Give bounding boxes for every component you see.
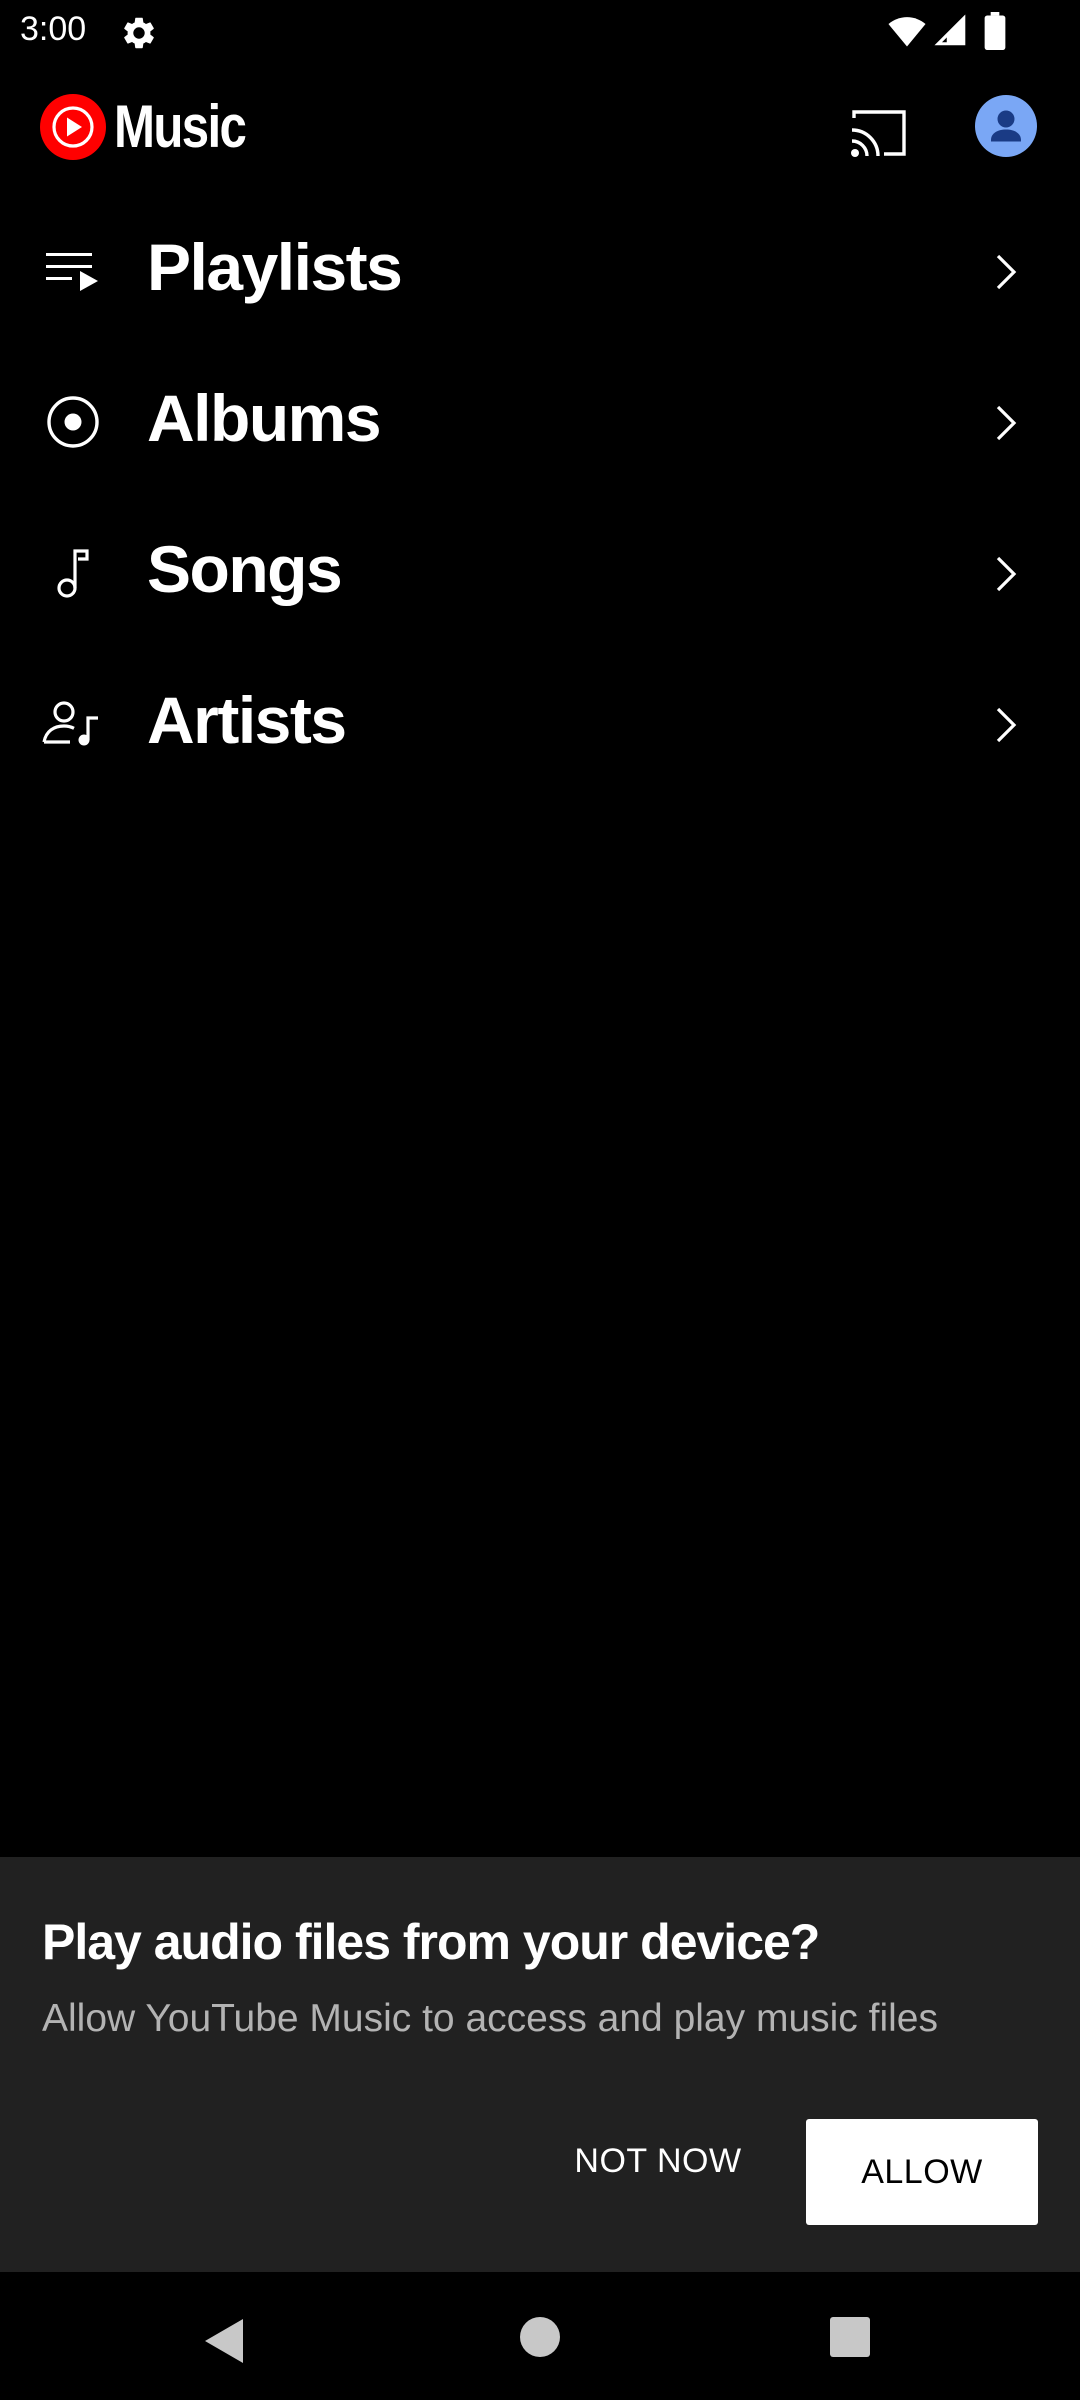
library-item-label: Albums	[147, 381, 382, 455]
wifi-icon	[888, 17, 926, 47]
navigation-bar	[0, 2272, 1080, 2400]
library-item-label: Artists	[147, 683, 347, 757]
recents-icon[interactable]	[830, 2317, 870, 2357]
chevron-right-icon	[996, 405, 1017, 441]
sheet-title: Play audio files from your device?	[42, 1914, 820, 1970]
account-avatar[interactable]	[975, 95, 1037, 157]
screen: 3:00 Music Playlists Albums Songs Artist…	[0, 0, 1080, 2400]
back-icon[interactable]	[203, 2316, 247, 2366]
gear-icon	[124, 17, 154, 49]
library-item-playlists[interactable]: Playlists	[0, 195, 1080, 346]
permission-sheet: Play audio files from your device? Allow…	[0, 1857, 1080, 2272]
home-icon[interactable]	[520, 2317, 560, 2357]
chevron-right-icon	[996, 707, 1017, 743]
status-time: 3:00	[20, 10, 87, 48]
battery-icon	[984, 12, 1006, 50]
artist-icon	[42, 701, 98, 746]
status-bar: 3:00	[0, 0, 1080, 62]
chevron-right-icon	[996, 556, 1017, 592]
playlist-icon	[46, 253, 98, 291]
app-bar: Music	[0, 62, 1080, 192]
app-logo-text: Music	[114, 93, 247, 160]
library-item-albums[interactable]: Albums	[0, 346, 1080, 497]
allow-button[interactable]: ALLOW	[806, 2119, 1038, 2225]
music-note-icon	[57, 549, 89, 598]
account-avatar-icon	[991, 110, 1021, 142]
youtube-music-logo-icon	[40, 93, 106, 160]
library-item-artists[interactable]: Artists	[0, 648, 1080, 799]
chevron-right-icon	[996, 254, 1017, 290]
library-list: Playlists Albums Songs Artists	[0, 195, 1080, 799]
library-item-label: Songs	[147, 532, 343, 606]
not-now-button[interactable]: NOT NOW	[548, 2121, 768, 2201]
sheet-body: Allow YouTube Music to access and play m…	[42, 1997, 938, 2040]
app-logo: Music	[40, 92, 274, 161]
signal-icon	[934, 14, 966, 46]
library-item-songs[interactable]: Songs	[0, 497, 1080, 648]
cast-icon[interactable]	[846, 100, 914, 168]
album-icon	[47, 396, 99, 448]
library-item-label: Playlists	[147, 230, 403, 304]
